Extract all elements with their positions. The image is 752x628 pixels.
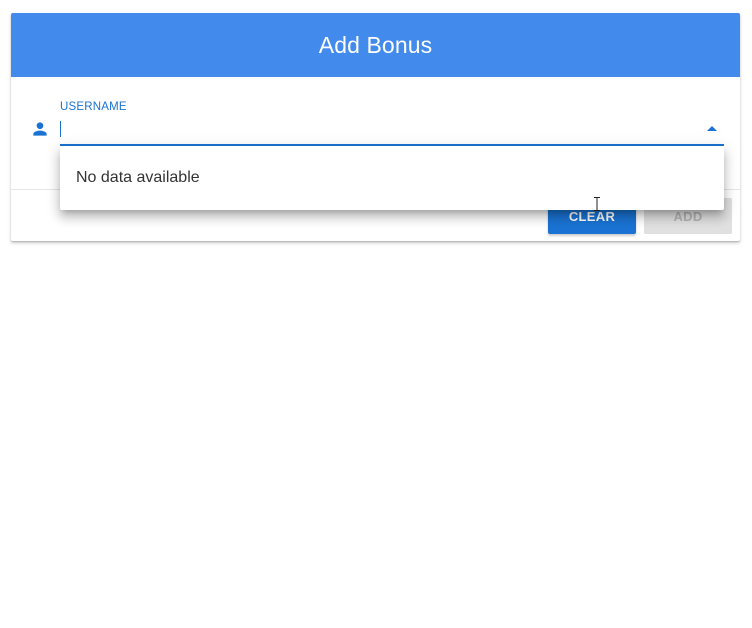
text-caret (60, 121, 61, 137)
arrow-drop-up-icon[interactable] (707, 126, 717, 131)
dialog-title: Add Bonus (318, 31, 433, 58)
no-data-message: No data available (76, 169, 200, 186)
username-input[interactable] (60, 119, 680, 143)
person-icon (33, 122, 47, 136)
username-dropdown-menu: No data available (60, 146, 724, 210)
username-label: USERNAME (60, 101, 127, 113)
i-beam-cursor-icon (594, 197, 600, 211)
dialog-header: Add Bonus (11, 13, 740, 77)
